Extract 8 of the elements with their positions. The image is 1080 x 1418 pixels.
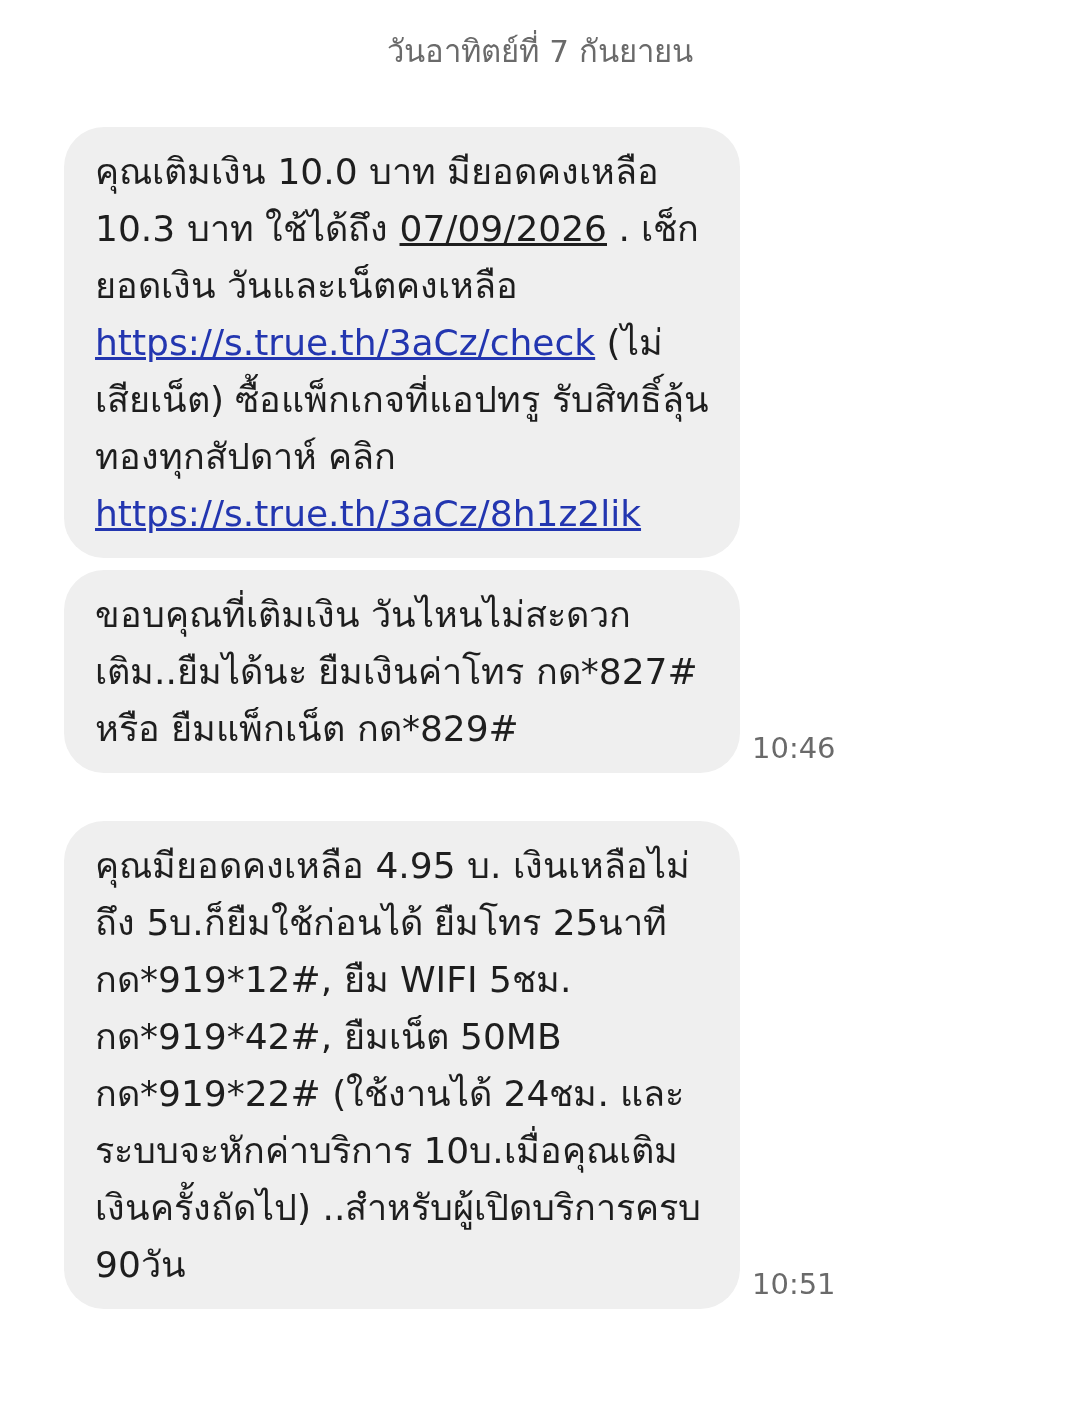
message-text: ขอบคุณที่เติมเงิน วันไหนไม่สะดวกเติม..ยืมได้นะ ยืมเงินค่าโทร กด*827# หรือ ยืมแพ็กเน็ต กด*829# <box>95 585 709 757</box>
message-text: คุณเติมเงิน 10.0 บาท มียอดคงเหลือ 10.3 บาท ใช้ได้ถึง 07/09/2026 . เช็กยอดเงิน วันและเน็ตคงเหลือ https://s.true.th/3aCz/check (ไม่เสียเน็ต) ซื้อแพ็กเกจที่แอปทรู รับสิทธิ์ลุ้นทองทุกสัปดาห์ คลิก https://s.true.th/3aCz/8h1z2lik <box>95 149 709 536</box>
url-link[interactable]: https://s.true.th/3aCz/8h1z2lik <box>95 492 642 534</box>
url-link[interactable]: https://s.true.th/3aCz/check <box>95 321 596 363</box>
message-text: คุณมียอดคงเหลือ 4.95 บ. เงินเหลือไม่ถึง 5บ.ก็ยืมใช้ก่อนได้ ยืมโทร 25นาที กด*919*12#, ยืม WIFI 5ชม. กด*919*42#, ยืมเน็ต 50MB กด*919*22# (ใช้งานได้ 24ชม. และระบบจะหักค่าบริการ 10บ.เมื่อคุณเติมเงินครั้งถัดไป) ..สำหรับผู้เปิดบริการครบ 90วัน <box>95 843 703 1287</box>
date-link[interactable]: 07/09/2026 <box>399 207 607 249</box>
message-time: 10:51 <box>752 1266 836 1303</box>
message-time: 10:46 <box>752 730 836 767</box>
